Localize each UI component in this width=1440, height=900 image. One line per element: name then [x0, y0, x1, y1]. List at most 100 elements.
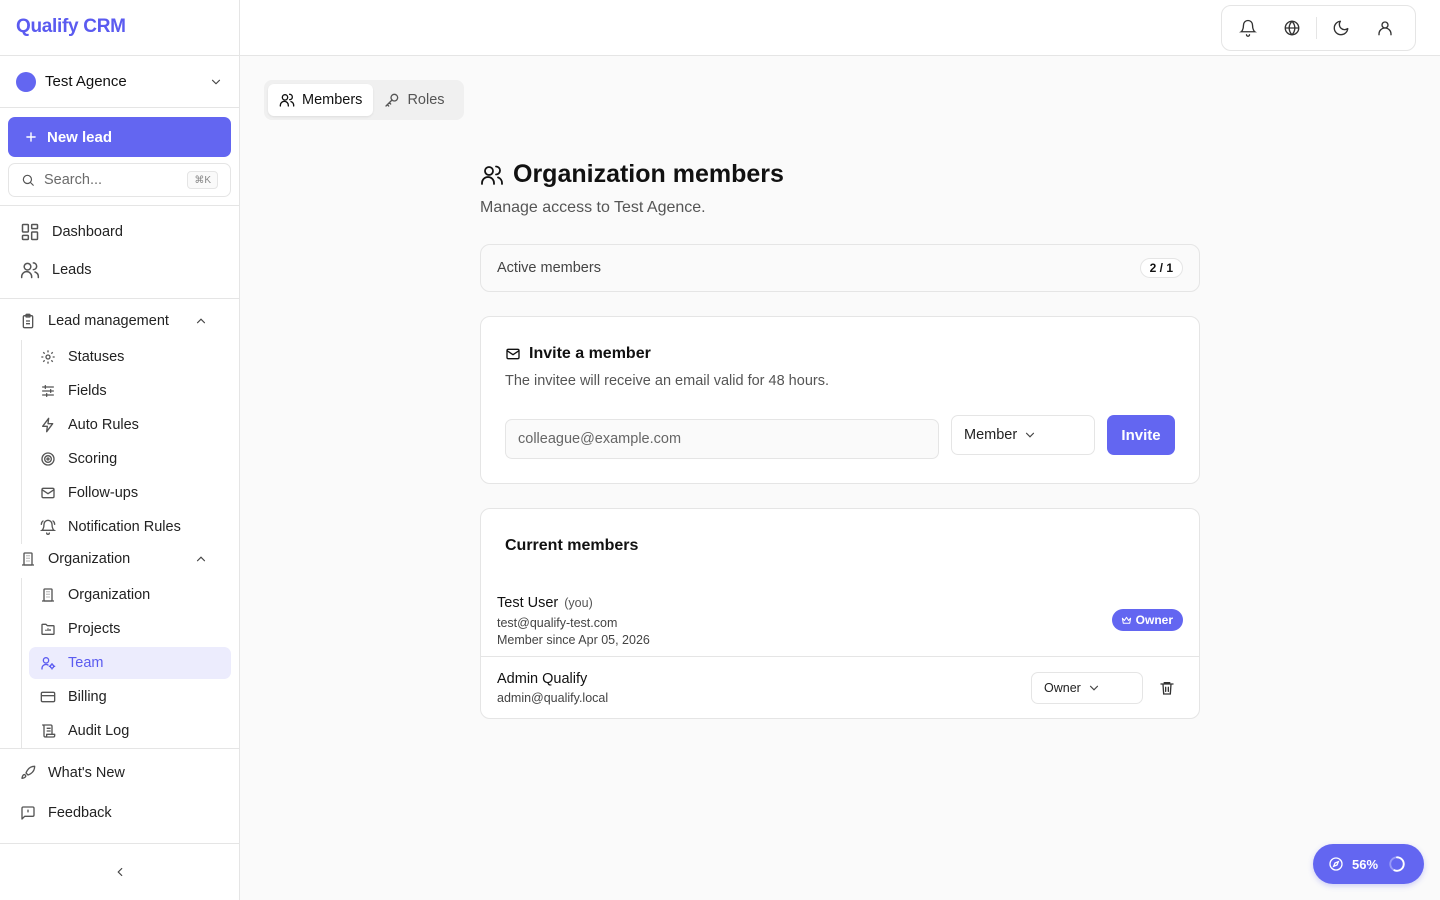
building-icon — [20, 551, 48, 567]
org-switcher[interactable]: Test Agence — [0, 56, 239, 108]
sidebar-item-label: Fields — [68, 383, 107, 399]
gear-icon — [40, 349, 68, 365]
invite-title-text: Invite a member — [529, 345, 651, 362]
sidebar-item-auto-rules[interactable]: Auto Rules — [29, 409, 231, 441]
member-email: admin@qualify.local — [497, 691, 609, 705]
top-actions — [1221, 5, 1416, 51]
members-card: Current members Test User (you) test@qual… — [480, 508, 1200, 719]
divider — [0, 843, 239, 844]
you-label: (you) — [564, 596, 593, 610]
plus-icon — [24, 130, 47, 144]
sidebar-item-label: Organization — [68, 587, 151, 603]
sidebar-item-label: Notification Rules — [68, 519, 181, 535]
sidebar-group-label: Lead management — [48, 313, 169, 329]
bell-icon — [1239, 19, 1257, 37]
sidebar-item-label: What's New — [48, 765, 125, 781]
invite-title: Invite a member — [505, 345, 651, 363]
remove-member-button[interactable] — [1157, 678, 1177, 698]
sidebar-item-billing[interactable]: Billing — [29, 681, 231, 713]
users-icon — [480, 163, 513, 187]
rocket-icon — [20, 765, 48, 781]
users-icon — [279, 92, 302, 108]
sidebar-item-organization[interactable]: Organization — [29, 579, 231, 611]
sidebar-group-organization[interactable]: Organization — [20, 551, 220, 567]
new-lead-label: New lead — [47, 128, 113, 146]
sidebar-item-feedback[interactable]: Feedback — [20, 805, 112, 821]
invite-description: The invitee will receive an email valid … — [505, 373, 829, 389]
sidebar-item-scoring[interactable]: Scoring — [29, 443, 231, 475]
member-name: Test User (you) — [497, 595, 593, 611]
sidebar-item-label: Scoring — [68, 451, 118, 467]
tree-line — [21, 578, 22, 748]
search-icon — [21, 173, 44, 187]
tab-label: Roles — [407, 92, 445, 108]
brand-logo[interactable]: Qualify CRM — [0, 0, 239, 56]
sidebar-item-whats-new[interactable]: What's New — [20, 765, 125, 781]
page-title: Organization members — [480, 160, 784, 189]
sidebar-item-label: Team — [68, 655, 104, 671]
sidebar-item-leads[interactable]: Leads — [20, 260, 92, 280]
divider — [0, 748, 239, 749]
new-lead-button[interactable]: New lead — [8, 117, 231, 157]
target-icon — [40, 451, 68, 467]
chevron-down-icon — [1023, 428, 1082, 442]
search-input[interactable]: Search... ⌘K — [8, 163, 231, 197]
chevron-down-icon — [209, 75, 223, 89]
sidebar-item-statuses[interactable]: Statuses — [29, 341, 231, 373]
users-icon — [20, 260, 52, 280]
tab-roles[interactable]: Roles — [373, 84, 455, 116]
member-name-text: Test User — [497, 595, 559, 611]
sidebar-item-projects[interactable]: Projects — [29, 613, 231, 645]
owner-badge-label: Owner — [1135, 613, 1173, 627]
collapse-sidebar-button[interactable] — [110, 862, 130, 882]
member-email: test@qualify-test.com — [497, 616, 618, 630]
invite-card: Invite a member The invitee will receive… — [480, 316, 1200, 484]
member-role-select[interactable]: Owner — [1031, 672, 1143, 704]
sidebar-item-label: Projects — [68, 621, 121, 637]
sidebar-item-follow-ups[interactable]: Follow-ups — [29, 477, 231, 509]
owner-badge: Owner — [1111, 609, 1183, 631]
search-placeholder: Search... — [44, 172, 103, 188]
member-count-badge: 2 / 1 — [1139, 258, 1183, 278]
member-row: Admin Qualify admin@qualify.local Owner — [481, 658, 1199, 718]
sidebar-item-team[interactable]: Team — [29, 647, 231, 679]
sidebar-item-label: Statuses — [68, 349, 125, 365]
chevron-up-icon — [194, 314, 220, 328]
sidebar: Qualify CRM Test Agence New lead Search.… — [0, 0, 240, 900]
email-field[interactable] — [505, 419, 939, 459]
chevron-left-icon — [113, 865, 127, 879]
progress-widget[interactable]: 56% — [1313, 844, 1424, 884]
separator — [1316, 17, 1317, 39]
search-shortcut: ⌘K — [187, 171, 218, 189]
tab-members[interactable]: Members — [268, 84, 374, 116]
role-select[interactable]: Member — [951, 415, 1095, 455]
crown-icon — [1121, 615, 1136, 626]
notifications-button[interactable] — [1230, 10, 1266, 46]
sidebar-item-fields[interactable]: Fields — [29, 375, 231, 407]
sidebar-item-notification-rules[interactable]: Notification Rules — [29, 511, 231, 543]
trash-icon — [1159, 680, 1175, 696]
sidebar-group-lead-management[interactable]: Lead management — [20, 313, 220, 329]
sidebar-item-label: Auto Rules — [68, 417, 139, 433]
invite-button[interactable]: Invite — [1107, 415, 1175, 455]
members-title: Current members — [505, 537, 639, 554]
member-role-value: Owner — [1044, 681, 1081, 695]
sidebar-item-label: Feedback — [48, 805, 112, 821]
tab-bar: Members Roles — [264, 80, 464, 120]
language-button[interactable] — [1274, 10, 1310, 46]
sidebar-item-label: Audit Log — [68, 723, 130, 739]
member-since: Member since Apr 05, 2026 — [497, 633, 650, 647]
sidebar-item-audit-log[interactable]: Audit Log — [29, 715, 231, 747]
folder-icon — [40, 621, 68, 637]
progress-ring-icon — [1388, 855, 1406, 873]
theme-toggle-button[interactable] — [1323, 10, 1359, 46]
tab-label: Members — [302, 92, 363, 108]
member-name: Admin Qualify — [497, 671, 588, 687]
tree-line — [21, 340, 22, 544]
user-menu-button[interactable] — [1367, 10, 1403, 46]
key-icon — [384, 92, 407, 108]
chevron-down-icon — [1087, 681, 1130, 695]
org-name: Test Agence — [45, 73, 127, 90]
scroll-icon — [40, 723, 68, 739]
sidebar-item-dashboard[interactable]: Dashboard — [20, 222, 123, 242]
